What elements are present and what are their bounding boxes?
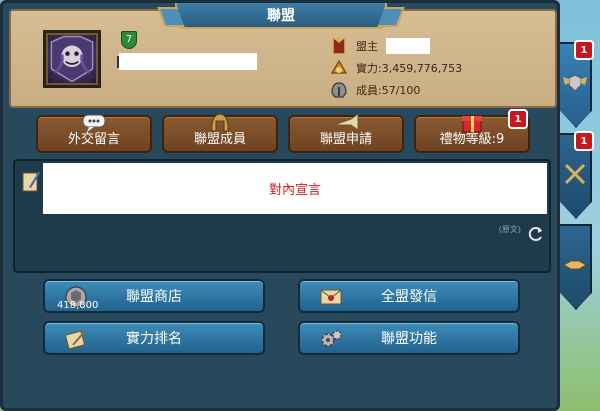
alliance-functions-label: 聯盟功能: [381, 331, 437, 347]
alliance-shop-label: 聯盟商店: [126, 289, 182, 305]
window-title-text: 聯盟: [267, 8, 295, 24]
scroll-quill-icon: [63, 327, 89, 351]
power-value: 實力:3,459,776,753: [356, 62, 463, 75]
alliance-application-button[interactable]: 聯盟申請: [288, 113, 404, 153]
members-row: 成員:57/100: [328, 80, 420, 100]
window-title: 聯盟: [175, 3, 387, 29]
alliance-mail-button[interactable]: 全盟發信: [298, 279, 520, 313]
alliance-level-value: 7: [125, 34, 133, 45]
alliance-mail-label: 全盟發信: [381, 289, 437, 305]
side-tab-diplomacy[interactable]: [560, 224, 592, 310]
power-ranking-button[interactable]: 實力排名: [43, 321, 265, 355]
power-ranking-label: 實力排名: [126, 331, 182, 347]
leader-row: 盟主: [328, 36, 430, 56]
leader-label: 盟主: [356, 40, 378, 53]
alliance-window: 聯盟 7 盟主 實力:3,459,776,753 成員:57/100 外交留言 …: [0, 0, 560, 411]
alliance-level-badge: 7: [121, 31, 137, 49]
crossed-swords-icon: [561, 160, 589, 192]
helmet-icon: [205, 111, 235, 133]
gift-icon: [457, 111, 487, 133]
original-text-link[interactable]: (原文): [499, 224, 521, 235]
side-tab-alliance-badge: 1: [574, 40, 594, 60]
alliance-functions-button[interactable]: 聯盟功能: [298, 321, 520, 355]
handshake-icon: [561, 251, 589, 283]
refresh-icon[interactable]: [527, 225, 545, 243]
leader-name-field: [386, 38, 430, 54]
members-helmet-icon: [328, 79, 350, 101]
internal-announcement-text: 對內宣言: [268, 183, 321, 198]
power-crest-icon: [328, 57, 350, 79]
winged-shield-icon: [561, 69, 589, 101]
chat-bubble-icon: [79, 111, 109, 133]
edit-quill-icon[interactable]: [21, 169, 41, 193]
gears-icon: [318, 327, 344, 351]
diplomacy-message-button[interactable]: 外交留言: [36, 114, 152, 153]
members-value: 成員:57/100: [356, 84, 421, 97]
trumpet-icon: [331, 111, 361, 133]
internal-announcement-text-box[interactable]: 對內宣言: [43, 163, 547, 214]
internal-announcement-panel: 對內宣言 (原文): [13, 159, 551, 273]
alliance-name-field: [117, 53, 257, 70]
envelope-icon: [318, 285, 344, 309]
shop-coin-count: 418,800: [57, 300, 99, 311]
gift-notification-badge: 1: [508, 109, 528, 129]
leader-crest-icon: [328, 35, 350, 57]
alliance-emblem-icon[interactable]: [43, 30, 101, 88]
side-tab-war-badge: 1: [574, 131, 594, 151]
power-row: 實力:3,459,776,753: [328, 58, 462, 78]
alliance-members-button[interactable]: 聯盟成員: [162, 113, 278, 153]
alliance-shop-button[interactable]: 418,800 聯盟商店: [43, 279, 265, 313]
